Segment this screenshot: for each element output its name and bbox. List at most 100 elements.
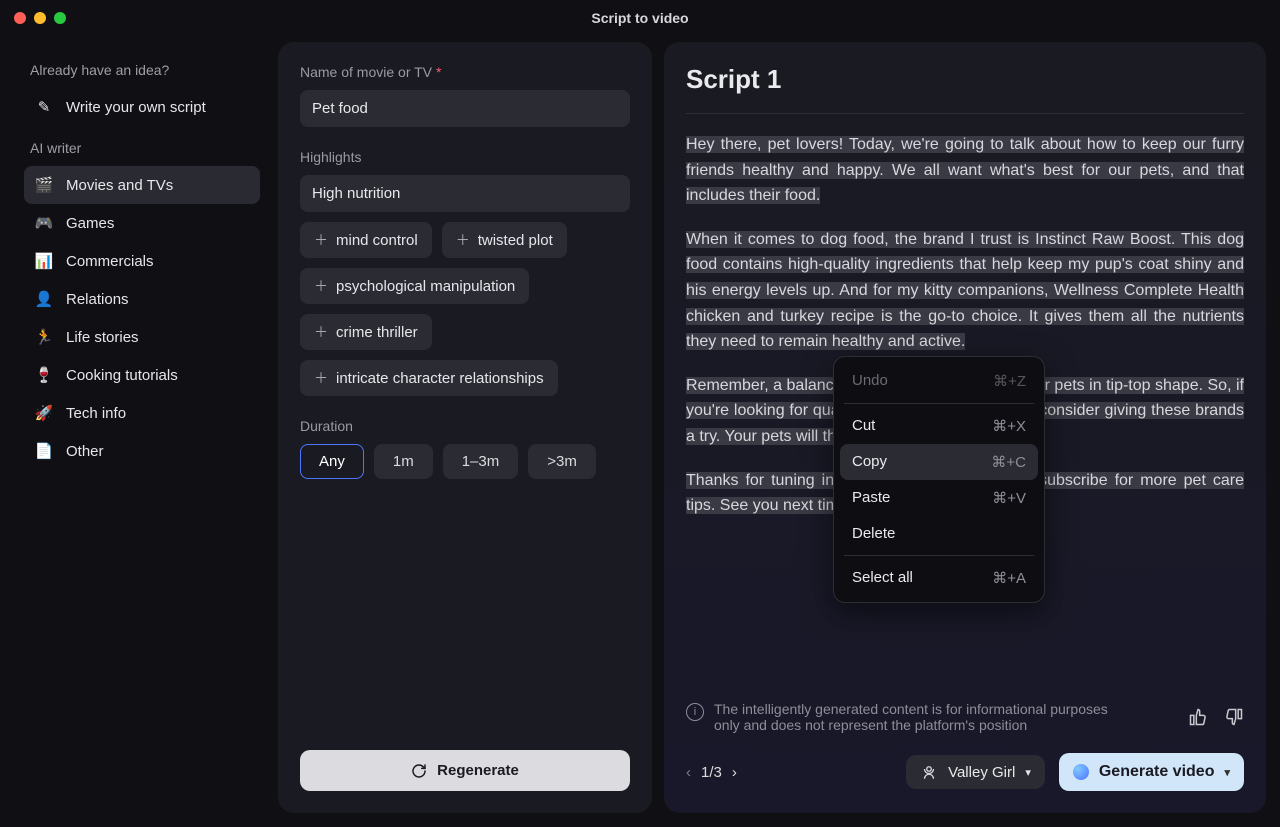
thumbs-down-icon[interactable]: [1224, 707, 1244, 727]
plus-icon: ＋: [314, 276, 328, 296]
sidebar: Already have an idea? ✎ Write your own s…: [14, 42, 266, 813]
highlight-chips: ＋ mind control ＋twisted plot ＋ psychologic…: [300, 222, 630, 396]
maximize-window-button[interactable]: [54, 12, 66, 24]
sidebar-item-relations[interactable]: 👤 Relations: [24, 280, 260, 318]
sidebar-item-label: Commercials: [66, 253, 154, 270]
regenerate-label: Regenerate: [437, 762, 519, 779]
duration-gt3m[interactable]: >3m: [528, 444, 596, 479]
duration-1-3m[interactable]: 1–3m: [443, 444, 519, 479]
window-controls: [14, 12, 66, 24]
ctx-paste[interactable]: Paste ⌘+V: [840, 480, 1038, 516]
sidebar-item-label: Movies and TVs: [66, 177, 173, 194]
disclaimer-row: i The intelligently generated content is…: [686, 683, 1244, 733]
chip-crime-thriller[interactable]: ＋ crime thriller: [300, 314, 432, 350]
ctx-label: Paste: [852, 489, 890, 507]
sidebar-item-label: Write your own script: [66, 99, 206, 116]
voice-icon: [920, 763, 938, 781]
ctx-label: Undo: [852, 372, 888, 390]
voice-label: Valley Girl: [948, 764, 1015, 781]
name-input[interactable]: [300, 90, 630, 127]
regenerate-button[interactable]: Regenerate: [300, 750, 630, 791]
chip-twisted-plot[interactable]: ＋twisted plot: [442, 222, 567, 258]
chevron-down-icon: ▾: [1025, 766, 1031, 779]
ctx-shortcut: ⌘+A: [992, 569, 1026, 587]
info-icon: i: [686, 703, 704, 721]
sidebar-item-cooking[interactable]: 🍷 Cooking tutorials: [24, 356, 260, 394]
ctx-label: Cut: [852, 417, 875, 435]
context-menu: Undo ⌘+Z Cut ⌘+X Copy ⌘+C Paste ⌘+V Dele…: [833, 356, 1045, 603]
document-icon: 📄: [34, 441, 54, 461]
ctx-delete[interactable]: Delete: [840, 516, 1038, 551]
sparkle-orb-icon: [1073, 764, 1089, 780]
ctx-shortcut: ⌘+V: [992, 489, 1026, 507]
highlight-input[interactable]: [300, 175, 630, 212]
sidebar-heading-ai-writer: AI writer: [30, 140, 266, 156]
sidebar-write-own[interactable]: ✎ Write your own script: [24, 88, 260, 126]
script-footer: ‹ 1/3 › Valley Girl ▾ Generate video ▾: [686, 733, 1244, 791]
chip-psych-manipulation[interactable]: ＋ psychological manipulation: [300, 268, 529, 304]
plus-icon: ＋: [314, 368, 328, 388]
pencil-icon: ✎: [34, 97, 54, 117]
chevron-down-icon: ▾: [1224, 766, 1230, 779]
script-para-1: Hey there, pet lovers! Today, we're goin…: [686, 136, 1244, 204]
titlebar: Script to video: [0, 0, 1280, 36]
duration-options: Any 1m 1–3m >3m: [300, 444, 630, 479]
script-para-2: When it comes to dog food, the brand I t…: [686, 231, 1244, 350]
ctx-label: Copy: [852, 453, 887, 471]
highlights-label: Highlights: [300, 149, 630, 165]
clapper-icon: 🎬: [34, 175, 54, 195]
ctx-cut[interactable]: Cut ⌘+X: [840, 408, 1038, 444]
gamepad-icon: 🎮: [34, 213, 54, 233]
name-label-text: Name of movie or TV: [300, 64, 432, 80]
ctx-label: Delete: [852, 525, 895, 542]
config-panel: Name of movie or TV * Highlights ＋ mind c…: [278, 42, 652, 813]
refresh-icon: [411, 763, 427, 779]
chip-label: psychological manipulation: [336, 278, 515, 295]
sidebar-item-label: Games: [66, 215, 114, 232]
sidebar-item-tech[interactable]: 🚀 Tech info: [24, 394, 260, 432]
required-star-icon: *: [436, 64, 441, 80]
ctx-shortcut: ⌘+C: [991, 453, 1026, 471]
sidebar-item-life-stories[interactable]: 🏃 Life stories: [24, 318, 260, 356]
wine-icon: 🍷: [34, 365, 54, 385]
duration-any[interactable]: Any: [300, 444, 364, 479]
voice-selector[interactable]: Valley Girl ▾: [906, 755, 1045, 789]
sidebar-item-label: Other: [66, 443, 104, 460]
sidebar-item-other[interactable]: 📄 Other: [24, 432, 260, 470]
chip-label: crime thriller: [336, 324, 418, 341]
chip-label: intricate character relationships: [336, 370, 544, 387]
close-window-button[interactable]: [14, 12, 26, 24]
sidebar-item-label: Relations: [66, 291, 129, 308]
plus-icon: ＋: [314, 322, 328, 342]
disclaimer-text: The intelligently generated content is f…: [714, 701, 1134, 733]
sidebar-item-movies-tv[interactable]: 🎬 Movies and TVs: [24, 166, 260, 204]
chip-mind-control[interactable]: ＋ mind control: [300, 222, 432, 258]
ctx-copy[interactable]: Copy ⌘+C: [840, 444, 1038, 480]
plus-icon: ＋: [456, 230, 470, 250]
page-total: 3: [714, 764, 722, 781]
ctx-select-all[interactable]: Select all ⌘+A: [840, 560, 1038, 596]
ctx-undo: Undo ⌘+Z: [840, 363, 1038, 399]
person-icon: 👤: [34, 289, 54, 309]
script-pager: ‹ 1/3 ›: [686, 764, 737, 781]
next-page-button[interactable]: ›: [732, 764, 737, 781]
plus-icon: ＋: [314, 230, 328, 250]
chip-label: mind control: [336, 232, 418, 249]
generate-video-button[interactable]: Generate video ▾: [1059, 753, 1244, 791]
ctx-separator: [844, 555, 1034, 556]
prev-page-button[interactable]: ‹: [686, 764, 691, 781]
ctx-label: Select all: [852, 569, 913, 587]
minimize-window-button[interactable]: [34, 12, 46, 24]
thumbs-up-icon[interactable]: [1188, 707, 1208, 727]
sidebar-heading-idea: Already have an idea?: [30, 62, 266, 78]
chip-intricate-relationships[interactable]: ＋ intricate character relationships: [300, 360, 558, 396]
ctx-separator: [844, 403, 1034, 404]
rocket-icon: 🚀: [34, 403, 54, 423]
sidebar-item-games[interactable]: 🎮 Games: [24, 204, 260, 242]
script-title: Script 1: [686, 64, 1244, 114]
generate-label: Generate video: [1099, 763, 1215, 781]
megaphone-icon: 📊: [34, 251, 54, 271]
duration-1m[interactable]: 1m: [374, 444, 433, 479]
page-indicator: 1/3: [701, 764, 722, 781]
sidebar-item-commercials[interactable]: 📊 Commercials: [24, 242, 260, 280]
